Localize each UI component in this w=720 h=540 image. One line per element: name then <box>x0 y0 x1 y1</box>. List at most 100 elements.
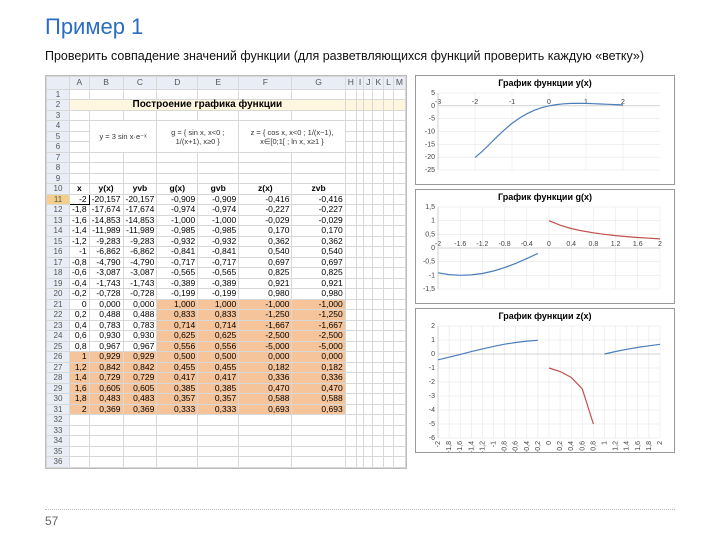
cell-y[interactable]: -1,743 <box>89 278 123 289</box>
cell-yvb[interactable]: -17,674 <box>123 205 157 216</box>
cell-g[interactable]: 0,556 <box>157 341 198 352</box>
col-header[interactable]: F <box>239 76 292 89</box>
cell-zvb[interactable]: 0,182 <box>292 362 345 373</box>
cell-g[interactable]: 1,000 <box>157 299 198 310</box>
cell-zvb[interactable]: 0,980 <box>292 289 345 300</box>
cell-gvb[interactable]: 0,333 <box>198 404 239 415</box>
cell-z[interactable]: -0,227 <box>239 205 292 216</box>
cell-yvb[interactable]: 0,483 <box>123 394 157 405</box>
cell-x[interactable]: -0,6 <box>70 268 90 279</box>
cell-x[interactable]: 1,4 <box>70 373 90 384</box>
cell-g[interactable]: -0,199 <box>157 289 198 300</box>
cell-g[interactable]: -0,841 <box>157 247 198 258</box>
cell-z[interactable]: -1,667 <box>239 320 292 331</box>
cell-g[interactable]: -1,000 <box>157 215 198 226</box>
cell-zvb[interactable]: 0,470 <box>292 383 345 394</box>
cell-yvb[interactable]: -4,790 <box>123 257 157 268</box>
cell-y[interactable]: -4,790 <box>89 257 123 268</box>
cell-z[interactable]: 0,825 <box>239 268 292 279</box>
cell-yvb[interactable]: -6,862 <box>123 247 157 258</box>
cell-zvb[interactable]: -1,250 <box>292 310 345 321</box>
cell-y[interactable]: -17,674 <box>89 205 123 216</box>
cell-y[interactable]: -11,989 <box>89 226 123 237</box>
cell-z[interactable]: -0,416 <box>239 194 292 205</box>
cell-gvb[interactable]: 0,833 <box>198 310 239 321</box>
cell-g[interactable]: -0,909 <box>157 194 198 205</box>
cell-x[interactable]: 0,4 <box>70 320 90 331</box>
cell-g[interactable]: 0,333 <box>157 404 198 415</box>
cell-z[interactable]: -0,029 <box>239 215 292 226</box>
col-header[interactable]: A <box>70 76 90 89</box>
cell-gvb[interactable]: -0,389 <box>198 278 239 289</box>
cell-z[interactable]: 0,693 <box>239 404 292 415</box>
col-header[interactable]: K <box>373 76 384 89</box>
cell-x[interactable]: 0,6 <box>70 331 90 342</box>
cell-z[interactable]: 0,540 <box>239 247 292 258</box>
col-header[interactable]: C <box>123 76 157 89</box>
cell-z[interactable]: 0,980 <box>239 289 292 300</box>
cell-g[interactable]: -0,389 <box>157 278 198 289</box>
cell-g[interactable]: 0,500 <box>157 352 198 363</box>
cell-y[interactable]: -14,853 <box>89 215 123 226</box>
cell-zvb[interactable]: 0,697 <box>292 257 345 268</box>
cell-zvb[interactable]: 0,336 <box>292 373 345 384</box>
cell-g[interactable]: 0,455 <box>157 362 198 373</box>
cell-z[interactable]: 0,182 <box>239 362 292 373</box>
cell-zvb[interactable]: 0,540 <box>292 247 345 258</box>
cell-y[interactable]: 0,930 <box>89 331 123 342</box>
cell-yvb[interactable]: -9,283 <box>123 236 157 247</box>
cell-y[interactable]: 0,488 <box>89 310 123 321</box>
cell-yvb[interactable]: -11,989 <box>123 226 157 237</box>
cell-z[interactable]: -1,000 <box>239 299 292 310</box>
cell-yvb[interactable]: 0,605 <box>123 383 157 394</box>
col-header[interactable]: G <box>292 76 345 89</box>
cell-gvb[interactable]: -0,909 <box>198 194 239 205</box>
cell-x[interactable]: -1,4 <box>70 226 90 237</box>
cell-zvb[interactable]: 0,000 <box>292 352 345 363</box>
cell-z[interactable]: 0,470 <box>239 383 292 394</box>
cell-y[interactable]: -20,157 <box>89 194 123 205</box>
cell-zvb[interactable]: -1,000 <box>292 299 345 310</box>
cell-z[interactable]: 0,588 <box>239 394 292 405</box>
cell-y[interactable]: -0,728 <box>89 289 123 300</box>
cell-yvb[interactable]: 0,488 <box>123 310 157 321</box>
col-header[interactable]: H <box>345 76 356 89</box>
cell-gvb[interactable]: -0,974 <box>198 205 239 216</box>
cell-gvb[interactable]: 0,625 <box>198 331 239 342</box>
cell-y[interactable]: -9,283 <box>89 236 123 247</box>
cell-y[interactable]: -3,087 <box>89 268 123 279</box>
cell-zvb[interactable]: 0,588 <box>292 394 345 405</box>
cell-yvb[interactable]: 0,783 <box>123 320 157 331</box>
cell-z[interactable]: 0,921 <box>239 278 292 289</box>
col-header[interactable]: M <box>393 76 405 89</box>
cell-gvb[interactable]: 0,385 <box>198 383 239 394</box>
cell-yvb[interactable]: -20,157 <box>123 194 157 205</box>
cell-g[interactable]: -0,974 <box>157 205 198 216</box>
cell-gvb[interactable]: 0,455 <box>198 362 239 373</box>
cell-y[interactable]: 0,783 <box>89 320 123 331</box>
col-header[interactable]: B <box>89 76 123 89</box>
cell-gvb[interactable]: -0,717 <box>198 257 239 268</box>
cell-g[interactable]: -0,565 <box>157 268 198 279</box>
cell-x[interactable]: 0,2 <box>70 310 90 321</box>
cell-z[interactable]: 0,336 <box>239 373 292 384</box>
col-header[interactable]: I <box>356 76 363 89</box>
cell-gvb[interactable]: 0,500 <box>198 352 239 363</box>
cell-x[interactable]: 1 <box>70 352 90 363</box>
cell-yvb[interactable]: 0,729 <box>123 373 157 384</box>
cell-gvb[interactable]: -0,932 <box>198 236 239 247</box>
cell-z[interactable]: 0,362 <box>239 236 292 247</box>
cell-yvb[interactable]: 0,967 <box>123 341 157 352</box>
cell-x[interactable]: -1,8 <box>70 205 90 216</box>
cell-yvb[interactable]: 0,842 <box>123 362 157 373</box>
cell-y[interactable]: 0,729 <box>89 373 123 384</box>
cell-yvb[interactable]: 0,930 <box>123 331 157 342</box>
cell-yvb[interactable]: -0,728 <box>123 289 157 300</box>
cell-x[interactable]: -2 <box>70 194 90 205</box>
cell-y[interactable]: 0,369 <box>89 404 123 415</box>
cell-yvb[interactable]: -1,743 <box>123 278 157 289</box>
cell-z[interactable]: 0,170 <box>239 226 292 237</box>
cell-x[interactable]: 0 <box>70 299 90 310</box>
cell-y[interactable]: 0,000 <box>89 299 123 310</box>
cell-g[interactable]: 0,357 <box>157 394 198 405</box>
